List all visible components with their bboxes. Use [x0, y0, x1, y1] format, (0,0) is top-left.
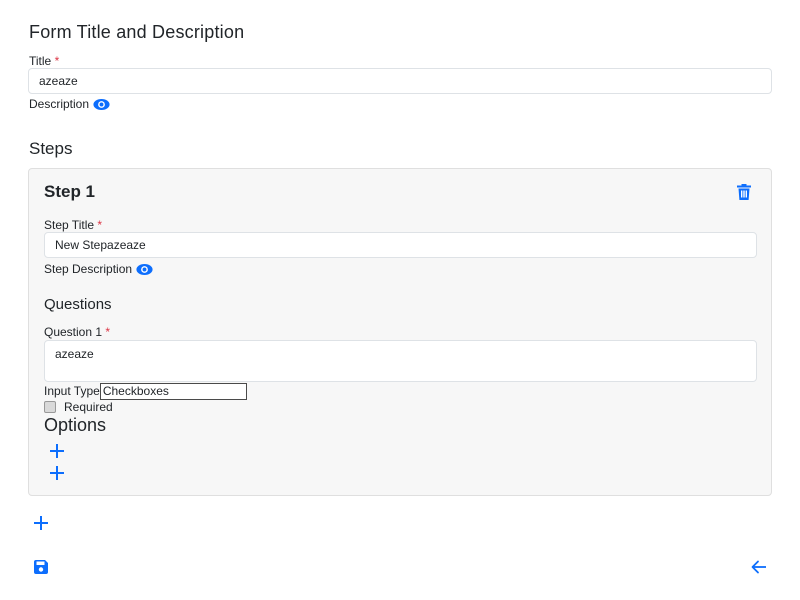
form-heading: Form Title and Description [29, 22, 245, 42]
options-heading: Options [44, 415, 107, 435]
form-editor: Form Title and Description Title * azeaz… [0, 0, 800, 600]
required-asterisk: * [97, 218, 103, 232]
required-checkbox[interactable] [44, 401, 56, 413]
required-asterisk: * [105, 325, 111, 339]
eye-icon[interactable] [93, 98, 110, 111]
add-option-plus-icon[interactable] [50, 444, 64, 458]
title-input-value: azeaze [39, 74, 78, 88]
questions-heading: Questions [44, 296, 112, 313]
question-textarea-value: azeaze [55, 347, 94, 361]
description-label: Description [29, 97, 90, 111]
step-card: Step 1 Step Title * New Stepazeaze Step … [28, 168, 772, 496]
step-heading: Step 1 [44, 182, 96, 201]
title-label-text: Title [29, 54, 52, 68]
arrow-left-icon[interactable] [751, 560, 767, 574]
input-type-select-value: Checkboxes [102, 383, 169, 398]
step-description-row: Step Description [44, 262, 153, 276]
required-row: Required [44, 400, 113, 414]
floppy-disk-icon[interactable] [34, 560, 48, 574]
question-label: Question 1 * [44, 325, 110, 339]
required-label: Required [64, 400, 113, 414]
add-option-plus-icon[interactable] [50, 466, 64, 480]
question-label-text: Question 1 [44, 325, 103, 339]
input-type-select[interactable]: Checkboxes [99, 382, 247, 400]
step-description-label: Step Description [44, 262, 133, 276]
description-row: Description [29, 97, 110, 111]
title-input[interactable]: azeaze [28, 68, 772, 94]
steps-heading: Steps [29, 139, 73, 158]
step-title-label-text: Step Title [44, 218, 95, 232]
required-asterisk: * [54, 54, 60, 68]
step-title-input-value: New Stepazeaze [55, 238, 146, 252]
input-type-label: Input Type [44, 384, 100, 398]
eye-icon[interactable] [136, 263, 153, 276]
question-textarea[interactable]: azeaze [44, 340, 757, 382]
add-step-plus-icon[interactable] [34, 516, 48, 530]
step-title-label: Step Title * [44, 218, 102, 232]
input-type-row: Input Type Checkboxes [44, 382, 247, 400]
step-title-input[interactable]: New Stepazeaze [44, 232, 757, 258]
trash-icon[interactable] [737, 184, 751, 200]
title-label: Title * [29, 54, 59, 68]
